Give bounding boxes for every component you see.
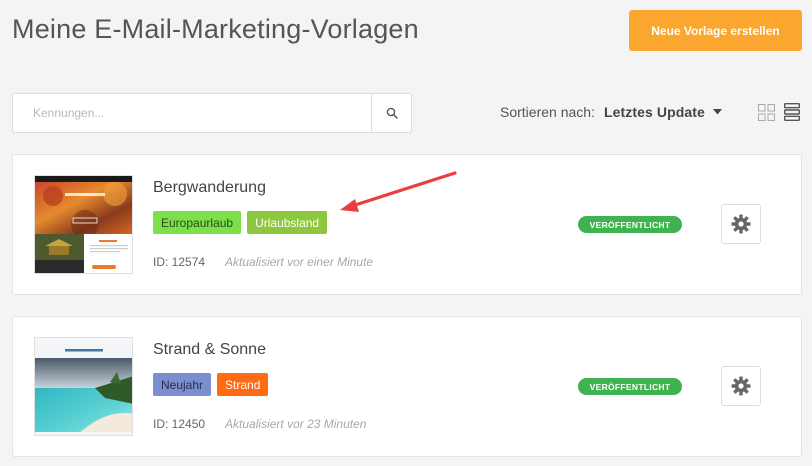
list-view-toggle[interactable] [783,102,801,126]
template-title[interactable]: Bergwanderung [153,179,266,197]
search-button[interactable] [371,94,411,132]
sort-label: Sortieren nach: [500,104,595,120]
tag-strand[interactable]: Strand [217,373,269,396]
new-template-button[interactable]: Neue Vorlage erstellen [629,10,802,51]
template-card: Strand & Sonne Neujahr Strand ID: 12450 … [12,316,802,457]
page-title: Meine E-Mail-Marketing-Vorlagen [12,14,419,44]
tag-europaurlaub[interactable]: Europaurlaub [153,211,242,234]
template-thumbnail[interactable] [34,337,133,436]
template-updated: Aktualisiert vor einer Minute [225,255,374,269]
status-badge: VERÖFFENTLICHT [578,378,682,395]
template-updated: Aktualisiert vor 23 Minuten [225,417,367,431]
gear-icon [731,214,751,234]
annotation-arrow-icon [340,171,457,212]
template-id: ID: 12450 [153,417,206,431]
grid-view-icon [758,104,775,121]
grid-view-toggle[interactable] [758,104,775,126]
status-badge: VERÖFFENTLICHT [578,216,682,233]
tag-neujahr[interactable]: Neujahr [153,373,212,396]
gear-icon [731,376,751,396]
list-view-icon [783,102,801,122]
caret-down-icon[interactable] [712,109,722,115]
search-icon [386,107,398,119]
tag-list: Neujahr Strand [153,373,269,396]
template-id: ID: 12574 [153,255,206,269]
settings-button[interactable] [721,366,761,406]
sort-control: Sortieren nach: Letztes Update [500,104,722,120]
settings-button[interactable] [721,204,761,244]
template-meta: ID: 12574 Aktualisiert vor einer Minute [153,255,373,269]
search-input[interactable] [13,94,371,132]
template-title[interactable]: Strand & Sonne [153,341,266,359]
template-meta: ID: 12450 Aktualisiert vor 23 Minuten [153,417,366,431]
tag-urlaubsland[interactable]: Urlaubsland [247,211,328,234]
tag-list: Europaurlaub Urlaubsland [153,211,328,234]
sort-dropdown[interactable]: Letztes Update [604,104,705,120]
search-bar [12,93,412,133]
template-thumbnail[interactable] [34,175,133,274]
